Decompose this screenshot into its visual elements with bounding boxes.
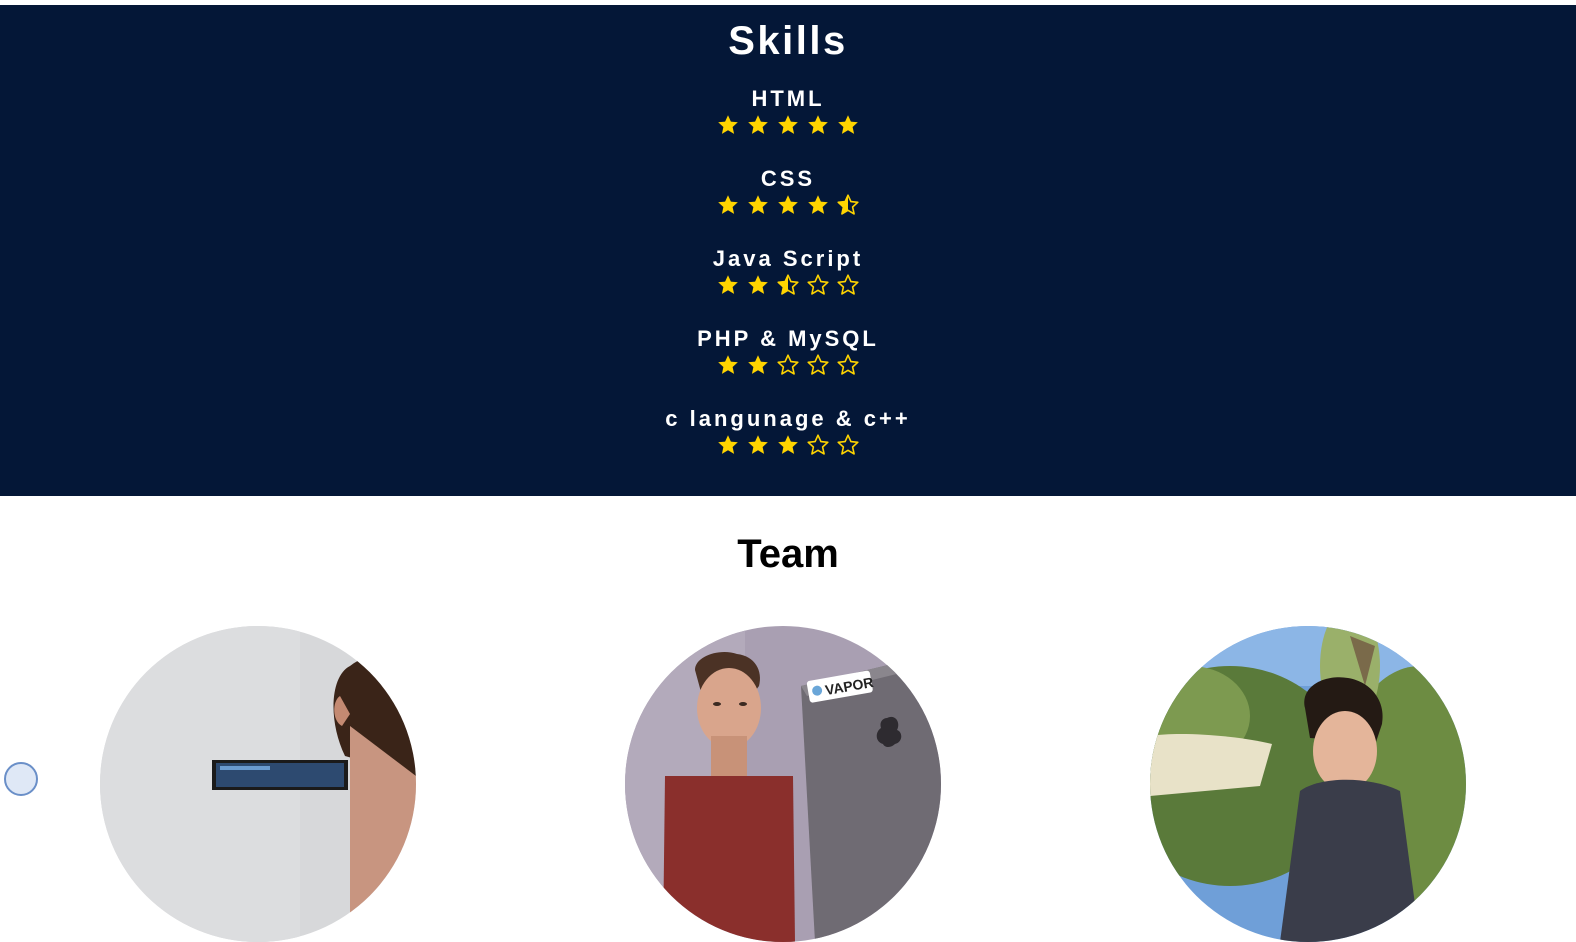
star-empty-icon	[836, 273, 860, 297]
star-full-icon	[746, 193, 770, 217]
star-rating	[0, 113, 1576, 137]
skill-html: HTML	[0, 87, 1576, 137]
star-full-icon	[746, 433, 770, 457]
star-rating	[0, 353, 1576, 377]
star-empty-icon	[776, 353, 800, 377]
star-empty-icon	[836, 353, 860, 377]
scroll-top-button[interactable]	[4, 762, 38, 796]
skill-javascript: Java Script	[0, 247, 1576, 297]
star-rating	[0, 433, 1576, 457]
star-empty-icon	[836, 433, 860, 457]
skill-php-mysql: PHP & MySQL	[0, 327, 1576, 377]
star-full-icon	[776, 193, 800, 217]
star-full-icon	[806, 113, 830, 137]
skill-name: Java Script	[712, 246, 864, 271]
star-full-icon	[776, 433, 800, 457]
skill-name: c langunage & c++	[665, 406, 911, 431]
photo-vapor-laptop-man: VAPOR	[625, 626, 941, 942]
skills-section: Skills HTML CSS Java Script PHP & MySQL …	[0, 5, 1576, 496]
skills-title: Skills	[728, 19, 848, 63]
star-empty-icon	[806, 273, 830, 297]
star-full-icon	[746, 353, 770, 377]
skill-name: CSS	[760, 166, 816, 191]
star-full-icon	[716, 113, 740, 137]
star-full-icon	[716, 353, 740, 377]
star-full-icon	[716, 193, 740, 217]
star-full-icon	[836, 113, 860, 137]
star-rating	[0, 193, 1576, 217]
skill-c-cpp: c langunage & c++	[0, 407, 1576, 457]
star-full-icon	[716, 433, 740, 457]
photo-outdoor-man	[1150, 626, 1466, 942]
skill-name: HTML	[751, 86, 825, 111]
team-title: Team	[737, 532, 839, 576]
star-full-icon	[746, 113, 770, 137]
star-empty-icon	[806, 433, 830, 457]
team-member-photo-1	[100, 626, 416, 942]
star-full-icon	[716, 273, 740, 297]
skill-css: CSS	[0, 167, 1576, 217]
team-member-photo-3	[1150, 626, 1466, 942]
star-half-icon	[776, 273, 800, 297]
photo-laptop-man	[100, 626, 416, 942]
skill-name: PHP & MySQL	[697, 326, 879, 351]
star-full-icon	[806, 193, 830, 217]
team-member-photo-2: VAPOR	[625, 626, 941, 942]
star-full-icon	[776, 113, 800, 137]
star-rating	[0, 273, 1576, 297]
star-full-icon	[746, 273, 770, 297]
star-empty-icon	[806, 353, 830, 377]
star-half-icon	[836, 193, 860, 217]
